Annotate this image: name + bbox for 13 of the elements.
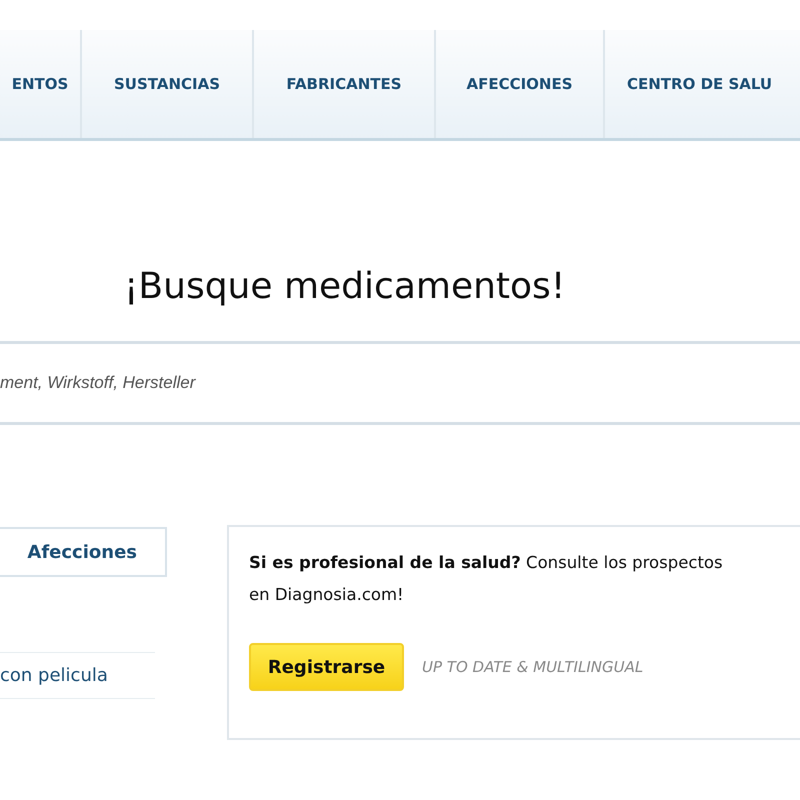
register-button[interactable]: Registrarse bbox=[249, 643, 404, 691]
promo-text: Si es profesional de la salud? Consulte los prospectos bbox=[249, 552, 724, 574]
nav-tab[interactable]: FABRICANTES bbox=[254, 30, 436, 138]
promo-text: en Diagnosia.com! bbox=[249, 584, 405, 606]
tagline: UP TO DATE & MULTILINGUAL bbox=[422, 658, 644, 676]
nav-tab[interactable]: AFECCIONES bbox=[436, 30, 605, 138]
nav-tab[interactable]: ENTOS bbox=[0, 30, 82, 138]
list-item[interactable]: con pelicula bbox=[0, 652, 155, 699]
page-heading: ¡Busque medicamentos! bbox=[124, 266, 566, 309]
category-tab[interactable]: Afecciones bbox=[0, 527, 167, 577]
nav-tab[interactable]: SUSTANCIAS bbox=[82, 30, 254, 138]
nav-tab[interactable]: CENTRO DE SALU bbox=[605, 30, 800, 138]
search-field[interactable]: ment, Wirkstoff, Hersteller bbox=[0, 341, 800, 425]
